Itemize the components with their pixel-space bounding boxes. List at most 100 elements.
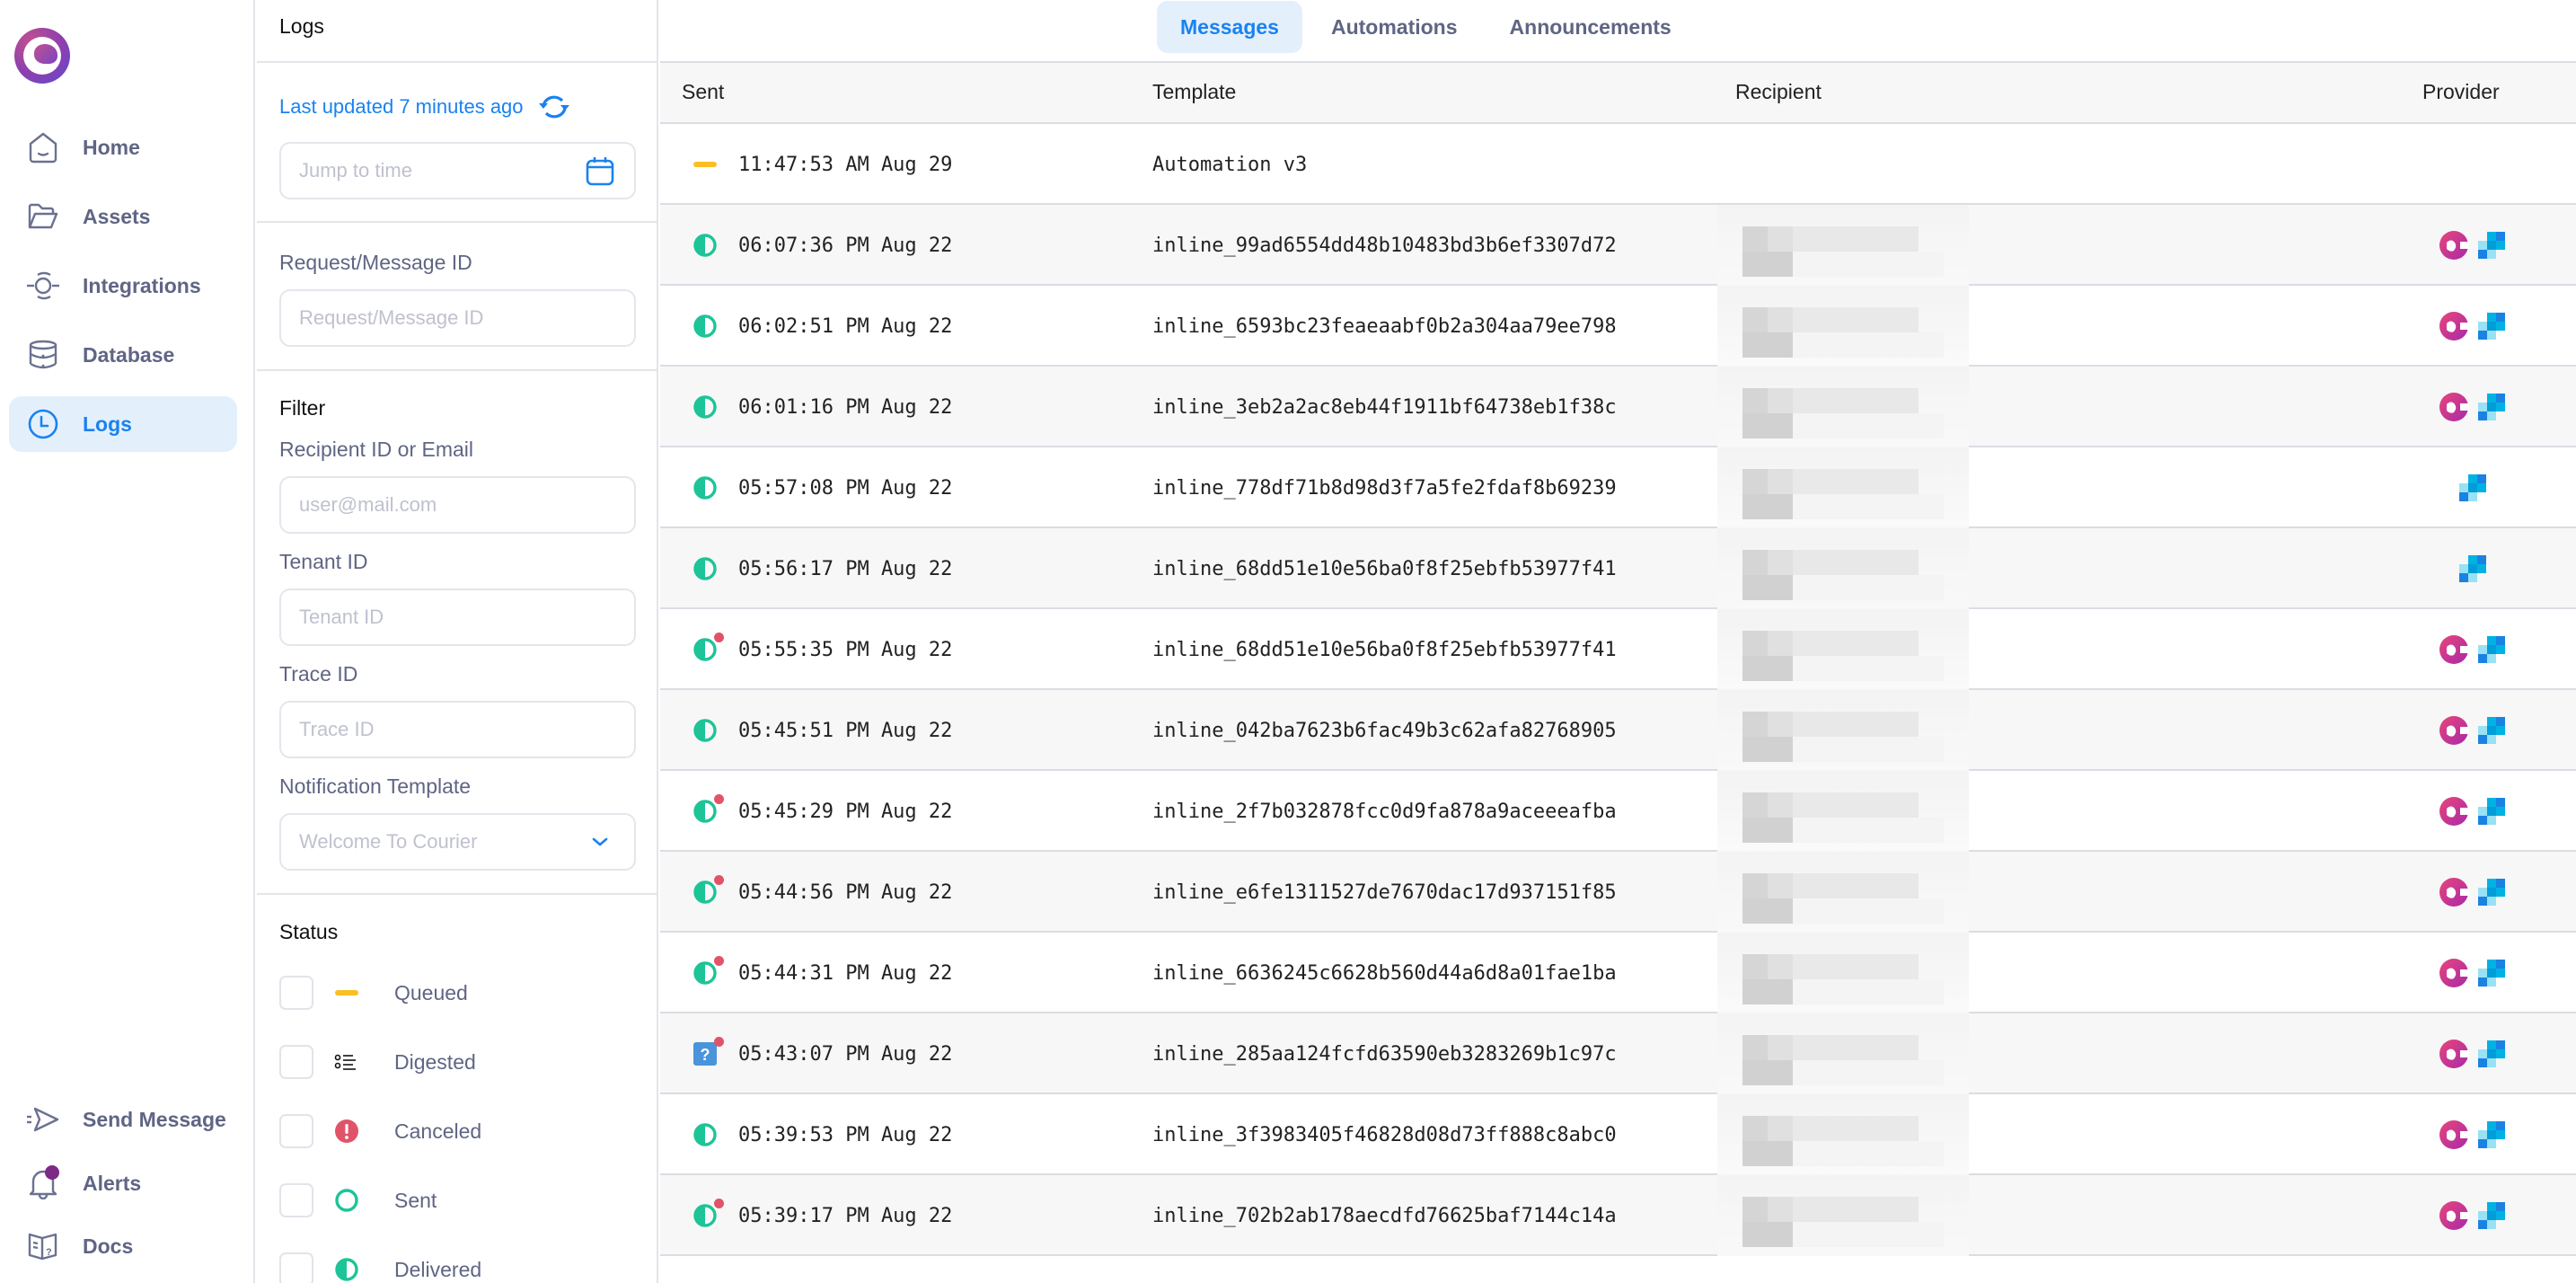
template-cell[interactable]: inline_e6fe1311527de7670dac17d937151f85	[1152, 852, 1617, 933]
tab-announcements[interactable]: Announcements	[1486, 1, 1695, 53]
sidebar-item-integrations[interactable]: Integrations	[9, 258, 237, 314]
provider-cell	[2419, 528, 2527, 609]
table-row[interactable]: ? 05:43:07 PM Aug 22 inline_285aa124fcfd…	[660, 1013, 2576, 1094]
trace-id-input[interactable]	[279, 701, 636, 758]
table-row[interactable]: 06:02:51 PM Aug 22 inline_6593bc23feaeaa…	[660, 286, 2576, 367]
table-row[interactable]: 05:39:53 PM Aug 22 inline_3f3983405f4682…	[660, 1094, 2576, 1175]
redacted-recipient	[1717, 286, 1969, 367]
template-cell[interactable]: inline_3f3983405f46828d08d73ff888c8abc0	[1152, 1094, 1617, 1175]
status-option-delivered[interactable]: Delivered	[279, 1252, 481, 1283]
table-row[interactable]: 05:45:51 PM Aug 22 inline_042ba7623b6fac…	[660, 690, 2576, 771]
table-row[interactable]: 06:01:16 PM Aug 22 inline_3eb2a2ac8eb44f…	[660, 367, 2576, 447]
sidebar-item-label: Logs	[83, 411, 132, 436]
tenant-id-label: Tenant ID	[279, 550, 368, 573]
digested-icon	[333, 1049, 360, 1075]
status-option-queued[interactable]: Queued	[279, 975, 468, 1011]
trace-id-label: Trace ID	[279, 662, 358, 686]
template-cell[interactable]: inline_6636245c6628b560d44a6d8a01fae1ba	[1152, 933, 1617, 1013]
sidebar-item-send-message[interactable]: Send Message	[9, 1092, 237, 1147]
calendar-icon[interactable]	[584, 155, 616, 187]
redacted-recipient	[1717, 690, 1969, 771]
delivered-icon	[692, 794, 724, 825]
sent-cell: ? 05:43:07 PM Aug 22	[692, 1013, 952, 1094]
sidebar-item-home[interactable]: Home	[9, 119, 237, 175]
template-cell[interactable]: inline_2f7b032878fcc0d9fa878a9aceeeafba	[1152, 771, 1617, 852]
column-header-template[interactable]: Template	[1152, 80, 1236, 104]
sendgrid-provider-icon	[2473, 634, 2510, 665]
table-row[interactable]: 05:55:35 PM Aug 22 inline_68dd51e10e56ba…	[660, 609, 2576, 690]
recipient-cell	[1717, 609, 1969, 690]
status-option-canceled[interactable]: Canceled	[279, 1113, 481, 1149]
sent-time: 05:55:35 PM Aug 22	[738, 638, 953, 661]
redacted-recipient	[1717, 447, 1969, 528]
table-row[interactable]: 05:39:17 PM Aug 22 inline_702b2ab178aecd…	[660, 1175, 2576, 1256]
table-row[interactable]: 05:44:56 PM Aug 22 inline_e6fe1311527de7…	[660, 852, 2576, 933]
recipient-cell	[1717, 933, 1969, 1013]
status-label: Queued	[394, 980, 468, 1004]
provider-cell	[2419, 124, 2527, 205]
checkbox[interactable]	[279, 976, 313, 1010]
status-option-digested[interactable]: Digested	[279, 1044, 476, 1080]
sendgrid-provider-icon	[2473, 311, 2510, 341]
template-cell[interactable]: Automation v3	[1152, 124, 1307, 205]
template-cell[interactable]: inline_285aa124fcfd63590eb3283269b1c97c	[1152, 1013, 1617, 1094]
provider-cell	[2419, 609, 2527, 690]
delivered-icon	[692, 717, 719, 744]
template-cell[interactable]: inline_68dd51e10e56ba0f8f25ebfb53977f41	[1152, 528, 1617, 609]
integrations-icon	[25, 268, 61, 304]
table-row[interactable]: 05:56:17 PM Aug 22 inline_68dd51e10e56ba…	[660, 528, 2576, 609]
sidebar-item-label: Integrations	[83, 273, 201, 297]
recipient-cell	[1717, 528, 1969, 609]
checkbox[interactable]	[279, 1114, 313, 1148]
table-row[interactable]: 06:07:36 PM Aug 22 inline_99ad6554dd48b1…	[660, 205, 2576, 286]
redacted-recipient	[1717, 1013, 1969, 1094]
provider-cell	[2419, 1013, 2527, 1094]
sidebar-item-assets[interactable]: Assets	[9, 189, 237, 244]
template-cell[interactable]: inline_68dd51e10e56ba0f8f25ebfb53977f41	[1152, 609, 1617, 690]
sidebar-item-database[interactable]: Database	[9, 327, 237, 383]
sidebar-item-alerts[interactable]: Alerts	[9, 1155, 237, 1211]
courier-provider-icon	[2435, 877, 2473, 907]
sendgrid-provider-icon	[2473, 958, 2510, 988]
chevron-down-icon[interactable]	[584, 826, 616, 858]
redacted-recipient	[1717, 852, 1969, 933]
sendgrid-provider-icon	[2473, 715, 2510, 746]
refresh-icon[interactable]	[538, 93, 570, 120]
checkbox[interactable]	[279, 1252, 313, 1283]
checkbox[interactable]	[279, 1045, 313, 1079]
template-cell[interactable]: inline_042ba7623b6fac49b3c62afa82768905	[1152, 690, 1617, 771]
recipient-input[interactable]	[279, 476, 636, 534]
svg-text:?: ?	[46, 1247, 52, 1258]
sent-cell: 11:47:53 AM Aug 29	[692, 124, 952, 205]
sent-time: 05:43:07 PM Aug 22	[738, 1042, 953, 1066]
template-cell[interactable]: inline_6593bc23feaeaabf0b2a304aa79ee798	[1152, 286, 1617, 367]
template-select[interactable]	[279, 813, 636, 871]
delivered-icon	[333, 1256, 360, 1283]
sent-cell: 05:45:29 PM Aug 22	[692, 771, 952, 852]
courier-logo[interactable]	[14, 28, 70, 84]
status-option-sent[interactable]: Sent	[279, 1182, 437, 1218]
table-row[interactable]: 05:57:08 PM Aug 22 inline_778df71b8d98d3…	[660, 447, 2576, 528]
column-header-sent[interactable]: Sent	[682, 80, 724, 104]
error-indicator-dot	[714, 956, 724, 966]
template-cell[interactable]: inline_702b2ab178aecdfd76625baf7144c14a	[1152, 1175, 1617, 1256]
sidebar-item-docs[interactable]: ? Docs	[9, 1218, 237, 1274]
sent-time: 06:01:16 PM Aug 22	[738, 395, 953, 419]
jump-to-time-input[interactable]	[279, 142, 636, 199]
sidebar-item-logs[interactable]: Logs	[9, 396, 237, 452]
table-row[interactable]: 05:44:31 PM Aug 22 inline_6636245c6628b5…	[660, 933, 2576, 1013]
checkbox[interactable]	[279, 1183, 313, 1217]
sidebar-item-label: Send Message	[83, 1107, 226, 1131]
column-header-recipient[interactable]: Recipient	[1735, 80, 1822, 104]
column-header-provider[interactable]: Provider	[2422, 80, 2500, 104]
template-cell[interactable]: inline_99ad6554dd48b10483bd3b6ef3307d72	[1152, 205, 1617, 286]
table-row[interactable]: 05:45:29 PM Aug 22 inline_2f7b032878fcc0…	[660, 771, 2576, 852]
tab-messages[interactable]: Messages	[1157, 1, 1302, 53]
template-cell[interactable]: inline_778df71b8d98d3f7a5fe2fdaf8b69239	[1152, 447, 1617, 528]
request-id-input[interactable]	[279, 289, 636, 347]
tenant-id-input[interactable]	[279, 588, 636, 646]
table-row[interactable]: 11:47:53 AM Aug 29 Automation v3	[660, 124, 2576, 205]
tab-automations[interactable]: Automations	[1308, 1, 1481, 53]
template-cell[interactable]: inline_3eb2a2ac8eb44f1911bf64738eb1f38c	[1152, 367, 1617, 447]
alert-badge	[45, 1165, 59, 1180]
